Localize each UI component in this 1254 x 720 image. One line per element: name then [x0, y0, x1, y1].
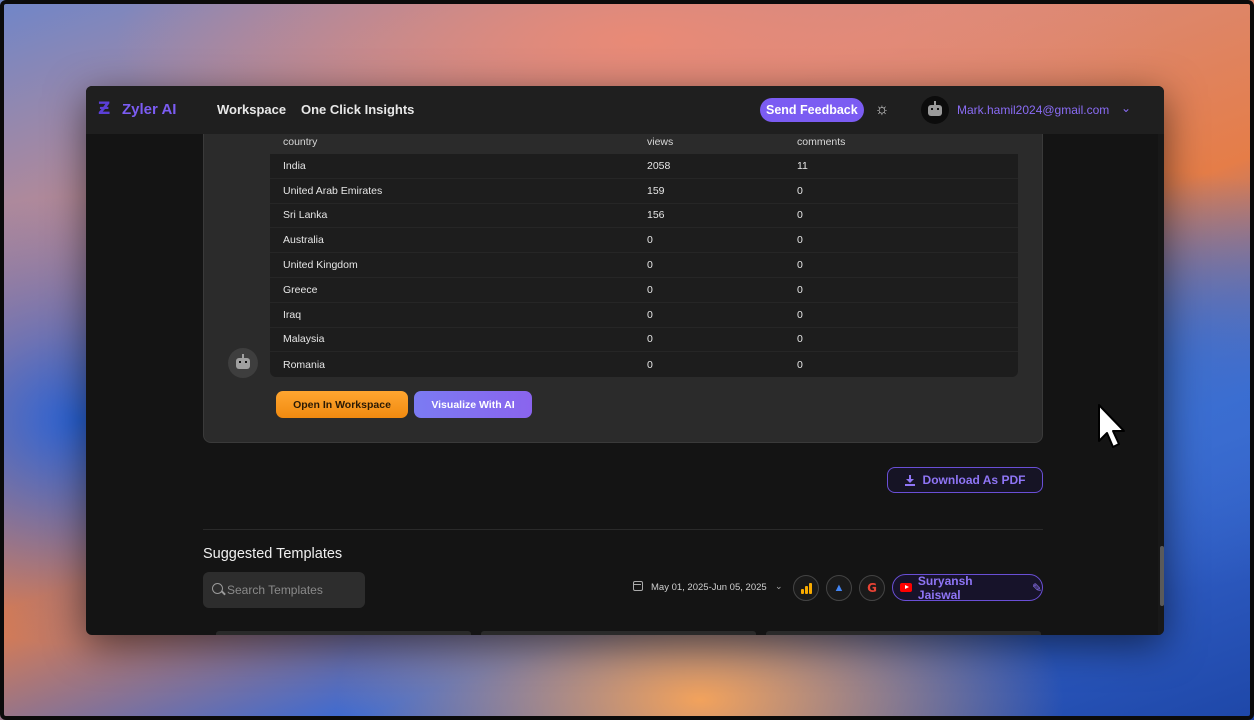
cell-comments: 0 — [797, 259, 803, 272]
cell-views: 156 — [647, 209, 665, 222]
cell-views: 0 — [647, 259, 653, 272]
header-country: country — [283, 136, 318, 148]
profile-selector[interactable]: Suryansh Jaiswal ✎ — [892, 573, 1043, 602]
cell-views: 0 — [647, 308, 653, 321]
chevron-down-icon[interactable]: ⌄ — [1121, 101, 1131, 115]
download-icon — [904, 474, 915, 486]
google-ads-icon[interactable]: ▲ — [826, 575, 852, 601]
user-email[interactable]: Mark.hamil2024@gmail.com — [957, 103, 1109, 117]
header-views: views — [647, 136, 674, 148]
sun-icon[interactable]: ☼ — [873, 101, 891, 119]
logo-icon: Ƶ — [98, 99, 111, 119]
table-row: United Arab Emirates 159 0 — [270, 178, 1018, 204]
cell-views: 0 — [647, 358, 653, 371]
google-analytics-icon[interactable] — [793, 575, 819, 601]
download-pdf-button[interactable]: Download As PDF — [887, 467, 1043, 493]
header-comments: comments — [797, 136, 846, 148]
chevron-down-icon[interactable]: ⌄ — [775, 581, 783, 592]
search-icon — [212, 583, 223, 594]
send-feedback-button[interactable]: Send Feedback — [760, 98, 864, 122]
visualize-with-ai-button[interactable]: Visualize With AI — [414, 391, 532, 418]
cell-country: Australia — [283, 234, 324, 247]
cell-comments: 0 — [797, 333, 803, 346]
suggested-templates-title: Suggested Templates — [203, 546, 343, 562]
cell-country: Sri Lanka — [283, 209, 328, 222]
cell-country: United Kingdom — [283, 259, 358, 272]
cell-comments: 0 — [797, 283, 803, 296]
table-row: United Kingdom 0 0 — [270, 253, 1018, 278]
cell-views: 0 — [647, 283, 653, 296]
cell-country: India — [283, 159, 306, 172]
table-row: Sri Lanka 156 0 — [270, 203, 1018, 229]
table-row: Greece 0 0 — [270, 277, 1018, 303]
cell-country: Iraq — [283, 308, 302, 321]
date-range-picker[interactable]: May 01, 2025-Jun 05, 2025 — [651, 582, 767, 593]
table-row: India 2058 11 — [270, 154, 1018, 179]
cell-country: Romania — [283, 358, 326, 371]
user-avatar[interactable] — [921, 96, 949, 124]
cell-comments: 0 — [797, 209, 803, 222]
google-icon[interactable]: G — [859, 575, 885, 601]
table-row: Malaysia 0 0 — [270, 327, 1018, 353]
scrollbar-thumb[interactable] — [1160, 546, 1164, 606]
search-templates-input[interactable] — [203, 572, 365, 608]
logo-text: Zyler AI — [122, 100, 177, 118]
cell-views: 159 — [647, 184, 665, 197]
cell-country: United Arab Emirates — [283, 184, 383, 197]
nav-one-click-insights[interactable]: One Click Insights — [301, 102, 414, 117]
cell-comments: 0 — [797, 308, 803, 321]
robot-avatar-icon — [236, 353, 250, 369]
mouse-cursor-icon — [1098, 404, 1125, 448]
cell-views: 0 — [647, 333, 653, 346]
youtube-icon — [900, 583, 912, 592]
top-navbar: Ƶ Zyler AI Workspace One Click Insights … — [86, 86, 1164, 134]
logo[interactable]: Ƶ Zyler AI — [98, 100, 176, 118]
profile-name: Suryansh Jaiswal — [917, 573, 973, 602]
app-window: Ƶ Zyler AI Workspace One Click Insights … — [86, 86, 1164, 635]
cell-comments: 0 — [797, 234, 803, 247]
template-card[interactable] — [481, 631, 756, 635]
cell-comments: 11 — [797, 159, 808, 172]
download-pdf-label: Download As PDF — [922, 473, 1026, 487]
pencil-icon[interactable]: ✎ — [1032, 581, 1042, 595]
open-in-workspace-button[interactable]: Open In Workspace — [276, 391, 408, 418]
robot-avatar-icon — [928, 100, 942, 116]
cell-country: Malaysia — [283, 333, 325, 346]
assistant-avatar — [228, 348, 258, 378]
table-row: Iraq 0 0 — [270, 302, 1018, 328]
cell-comments: 0 — [797, 184, 803, 197]
table-row: Australia 0 0 — [270, 228, 1018, 254]
template-card[interactable] — [766, 631, 1041, 635]
section-divider — [203, 529, 1043, 530]
template-card[interactable] — [216, 631, 471, 635]
nav-workspace[interactable]: Workspace — [217, 102, 286, 117]
cell-views: 0 — [647, 234, 653, 247]
cell-country: Greece — [283, 283, 318, 296]
cell-comments: 0 — [797, 358, 803, 371]
cell-views: 2058 — [647, 159, 671, 172]
table-row: Romania 0 0 — [270, 352, 1018, 378]
data-table: country views comments India 2058 11 Uni… — [270, 130, 1018, 378]
calendar-icon[interactable] — [633, 581, 643, 591]
